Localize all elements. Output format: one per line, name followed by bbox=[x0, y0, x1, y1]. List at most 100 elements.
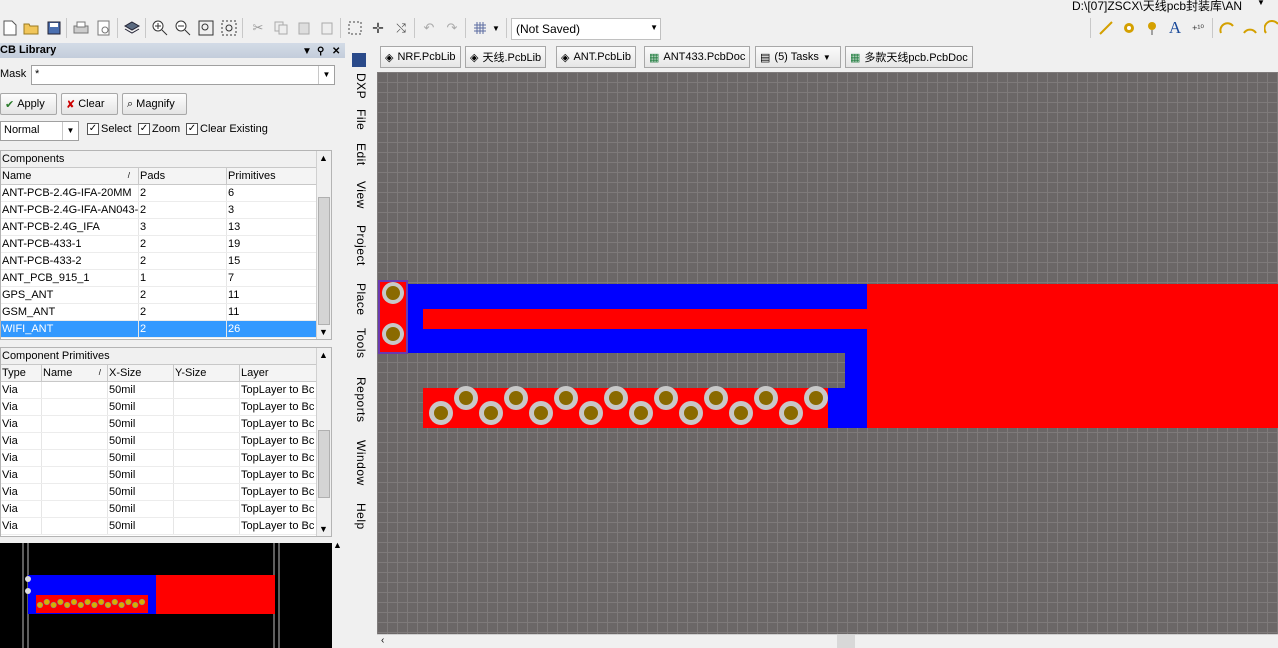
coordinate-tool-icon[interactable]: +¹⁰ bbox=[1188, 18, 1208, 38]
component-row[interactable]: ANT-PCB-433-2 2 15 bbox=[1, 253, 331, 270]
select-checkbox[interactable]: ✓ Select bbox=[87, 123, 132, 135]
arc-edge-tool-icon[interactable] bbox=[1240, 18, 1260, 38]
menu-project[interactable]: Project bbox=[354, 225, 368, 266]
zoom-out-icon[interactable] bbox=[173, 18, 193, 38]
tab-multi-antenna-pcbdoc[interactable]: ▦ 多款天线pcb.PcbDoc bbox=[845, 46, 973, 68]
zoom-fit-icon[interactable] bbox=[196, 18, 216, 38]
zoom-in-icon[interactable] bbox=[150, 18, 170, 38]
mask-input[interactable]: * ▼ bbox=[31, 65, 335, 85]
component-row[interactable]: WIFI_ANT 2 26 bbox=[1, 321, 331, 338]
col-layer[interactable]: Layer bbox=[240, 365, 317, 381]
string-tool-icon[interactable]: A bbox=[1165, 18, 1185, 38]
close-icon[interactable]: ✕ bbox=[332, 44, 340, 59]
menu-file[interactable]: File bbox=[354, 109, 368, 130]
cut-icon[interactable]: ✂ bbox=[248, 18, 268, 38]
mode-select[interactable]: Normal ▼ bbox=[0, 121, 79, 141]
arc-any-tool-icon[interactable] bbox=[1262, 18, 1278, 38]
scroll-thumb[interactable] bbox=[318, 197, 330, 325]
primitive-row[interactable]: Via 50mil TopLayer to Bc bbox=[1, 416, 331, 433]
component-row[interactable]: GPS_ANT 2 11 bbox=[1, 287, 331, 304]
redo-icon[interactable]: ↷ bbox=[442, 18, 462, 38]
zoom-checkbox[interactable]: ✓ Zoom bbox=[138, 123, 180, 135]
print-preview-icon[interactable] bbox=[94, 18, 114, 38]
col-y-size[interactable]: Y-Size bbox=[174, 365, 240, 381]
menu-dxp[interactable]: DXP bbox=[354, 73, 368, 99]
col-x-size[interactable]: X-Size bbox=[108, 365, 174, 381]
menu-tools[interactable]: Tools bbox=[354, 328, 368, 359]
new-icon[interactable] bbox=[0, 18, 20, 38]
tab-tasks[interactable]: ▤ (5) Tasks ▼ bbox=[755, 46, 841, 68]
tab-ant433-pcbdoc[interactable]: ▦ ANT433.PcbDoc bbox=[644, 46, 751, 68]
magnify-button[interactable]: ⌕ Magnify bbox=[122, 93, 187, 115]
chevron-down-icon[interactable]: ▼ bbox=[318, 66, 334, 84]
select-area-icon[interactable] bbox=[345, 18, 365, 38]
paste-icon[interactable] bbox=[294, 18, 314, 38]
component-row[interactable]: ANT-PCB-2.4G-IFA-AN043-T 2 3 bbox=[1, 202, 331, 219]
pin-icon[interactable]: ⚲ bbox=[317, 44, 324, 59]
save-icon[interactable] bbox=[44, 18, 64, 38]
menu-help[interactable]: Help bbox=[354, 503, 368, 530]
primitive-row[interactable]: Via 50mil TopLayer to Bc bbox=[1, 484, 331, 501]
panel-menu-icon[interactable]: ▼ bbox=[302, 44, 312, 59]
components-scrollbar[interactable]: ▲ ▼ bbox=[316, 151, 331, 339]
menu-reports[interactable]: Reports bbox=[354, 377, 368, 423]
rubber-stamp-icon[interactable] bbox=[317, 18, 337, 38]
canvas-horizontal-scrollbar[interactable]: ‹ bbox=[377, 634, 1278, 648]
apply-button[interactable]: ✔ Apply bbox=[0, 93, 57, 115]
clear-existing-checkbox[interactable]: ✓ Clear Existing bbox=[186, 123, 268, 135]
menu-place[interactable]: Place bbox=[354, 283, 368, 316]
col-primitive-name[interactable]: Name / bbox=[42, 365, 108, 381]
layers-icon[interactable] bbox=[122, 18, 142, 38]
clear-button[interactable]: ✘ Clear bbox=[61, 93, 118, 115]
primitives-scrollbar[interactable]: ▲ ▼ bbox=[316, 348, 331, 536]
scroll-left-icon[interactable]: ‹ bbox=[381, 635, 384, 646]
col-primitives[interactable]: Primitives bbox=[227, 168, 317, 184]
arc-center-tool-icon[interactable] bbox=[1217, 18, 1237, 38]
primitive-row[interactable]: Via 50mil TopLayer to Bc bbox=[1, 467, 331, 484]
chevron-down-icon[interactable]: ▼ bbox=[62, 122, 78, 140]
scroll-up-icon[interactable]: ▲ bbox=[319, 153, 328, 163]
scroll-thumb[interactable] bbox=[318, 430, 330, 498]
copy-icon[interactable] bbox=[271, 18, 291, 38]
via-tool-icon[interactable] bbox=[1142, 18, 1162, 38]
scroll-down-icon[interactable]: ▼ bbox=[319, 524, 328, 534]
menu-view[interactable]: View bbox=[354, 181, 368, 209]
tab-ant-pcblib[interactable]: ◈ ANT.PcbLib bbox=[556, 46, 636, 68]
pcb-editor-canvas[interactable] bbox=[377, 72, 1278, 634]
component-row[interactable]: ANT-PCB-2.4G_IFA 3 13 bbox=[1, 219, 331, 236]
primitive-row[interactable]: Via 50mil TopLayer to Bc bbox=[1, 433, 331, 450]
component-row[interactable]: ANT-PCB-2.4G-IFA-20MM 2 6 bbox=[1, 185, 331, 202]
component-preview[interactable] bbox=[0, 543, 332, 648]
primitive-row[interactable]: Via 50mil TopLayer to Bc bbox=[1, 399, 331, 416]
collapse-preview-icon[interactable]: ▲ bbox=[333, 540, 342, 550]
tab-antenna-pcblib[interactable]: ◈ 天线.PcbLib bbox=[465, 46, 547, 68]
undo-icon[interactable]: ↶ bbox=[419, 18, 439, 38]
cross-probe-icon[interactable]: ⤭ bbox=[391, 18, 411, 38]
pad-tool-icon[interactable] bbox=[1119, 18, 1139, 38]
menu-window[interactable]: Window bbox=[354, 440, 368, 486]
col-type[interactable]: Type bbox=[1, 365, 42, 381]
tab-nrf-pcblib[interactable]: ◈ NRF.PcbLib bbox=[380, 46, 461, 68]
component-row[interactable]: ANT-PCB-433-1 2 19 bbox=[1, 236, 331, 253]
primitive-row[interactable]: Via 50mil TopLayer to Bc bbox=[1, 518, 331, 535]
open-icon[interactable] bbox=[21, 18, 41, 38]
component-row[interactable]: GSM_ANT 2 11 bbox=[1, 304, 331, 321]
col-name[interactable]: Name / bbox=[1, 168, 139, 184]
path-dropdown-icon[interactable]: ▼ bbox=[1257, 0, 1265, 7]
component-row[interactable]: ANT_PCB_915_1 1 7 bbox=[1, 270, 331, 287]
print-icon[interactable] bbox=[71, 18, 91, 38]
primitive-row[interactable]: Via 50mil TopLayer to Bc bbox=[1, 501, 331, 518]
menu-edit[interactable]: Edit bbox=[354, 143, 368, 166]
scroll-up-icon[interactable]: ▲ bbox=[319, 350, 328, 360]
grid-dropdown-icon[interactable]: ▼ bbox=[490, 18, 502, 38]
snap-status-select[interactable]: (Not Saved) ▼ bbox=[511, 18, 661, 40]
primitive-row[interactable]: Via 50mil TopLayer to Bc bbox=[1, 382, 331, 399]
zoom-area-icon[interactable] bbox=[219, 18, 239, 38]
col-pads[interactable]: Pads bbox=[139, 168, 227, 184]
primitive-row[interactable]: Via 50mil TopLayer to Bc bbox=[1, 450, 331, 467]
scroll-thumb[interactable] bbox=[837, 635, 855, 648]
move-icon[interactable]: ✛ bbox=[368, 18, 388, 38]
grid-icon[interactable] bbox=[470, 18, 490, 38]
line-tool-icon[interactable] bbox=[1096, 18, 1116, 38]
scroll-down-icon[interactable]: ▼ bbox=[319, 327, 328, 337]
